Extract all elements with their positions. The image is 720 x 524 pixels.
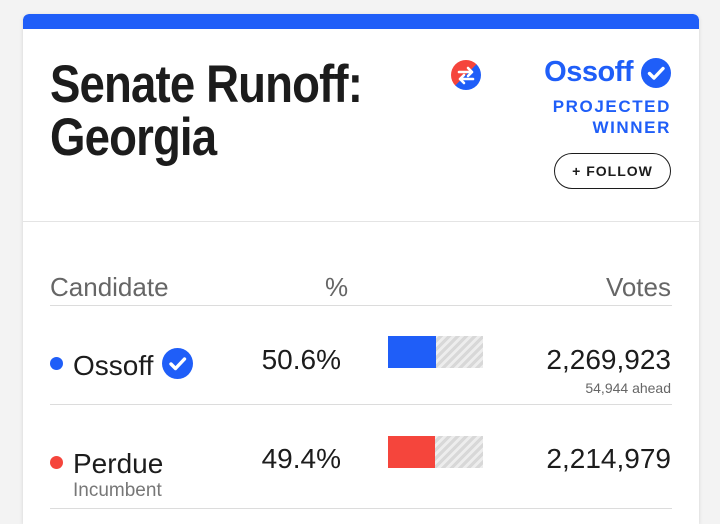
verified-check-icon — [162, 348, 193, 379]
candidate-name: Ossoff — [73, 350, 154, 381]
vote-percent: 50.6% — [261, 344, 341, 375]
vote-margin: 54,944 ahead — [585, 380, 671, 396]
vote-count: 2,214,979 — [546, 443, 671, 474]
accent-bar — [23, 14, 699, 29]
vote-share-fill — [388, 336, 437, 368]
table-row: Perdue Incumbent 49.4% 2,214,979 — [23, 405, 699, 508]
race-title-line1: Senate Runoff: — [50, 55, 363, 114]
vote-count: 2,269,923 — [546, 344, 671, 375]
projected-winner: Ossoff — [544, 56, 671, 89]
header-divider — [23, 221, 699, 222]
party-dot-icon — [50, 456, 63, 469]
vote-percent: 49.4% — [261, 443, 341, 474]
table-rule — [50, 508, 672, 509]
verified-check-icon — [641, 57, 671, 88]
vote-share-bar — [388, 336, 483, 368]
winner-label: WINNER — [592, 118, 671, 137]
projected-winner-label: PROJECTED WINNER — [553, 96, 671, 138]
party-switch-icon — [451, 60, 481, 90]
column-header-votes: Votes — [605, 272, 671, 302]
race-title-line2: Georgia — [50, 108, 217, 167]
column-header-candidate: Candidate — [50, 272, 169, 302]
party-dot-icon — [50, 357, 63, 370]
race-results-card: Senate Runoff: Georgia Ossoff PROJECTED … — [23, 14, 699, 524]
vote-share-fill — [388, 436, 435, 468]
vote-share-bar — [388, 436, 483, 468]
table-row: Ossoff 50.6% 2,269,923 54,944 ahead — [23, 306, 699, 404]
column-header-percent: % — [325, 272, 349, 302]
winner-name: Ossoff — [544, 56, 633, 88]
candidate-name: Perdue — [73, 448, 164, 479]
incumbent-label: Incumbent — [73, 480, 162, 501]
follow-button[interactable]: + FOLLOW — [554, 153, 671, 189]
projected-label: PROJECTED — [552, 97, 671, 116]
race-title: Senate Runoff: Georgia — [50, 58, 377, 164]
